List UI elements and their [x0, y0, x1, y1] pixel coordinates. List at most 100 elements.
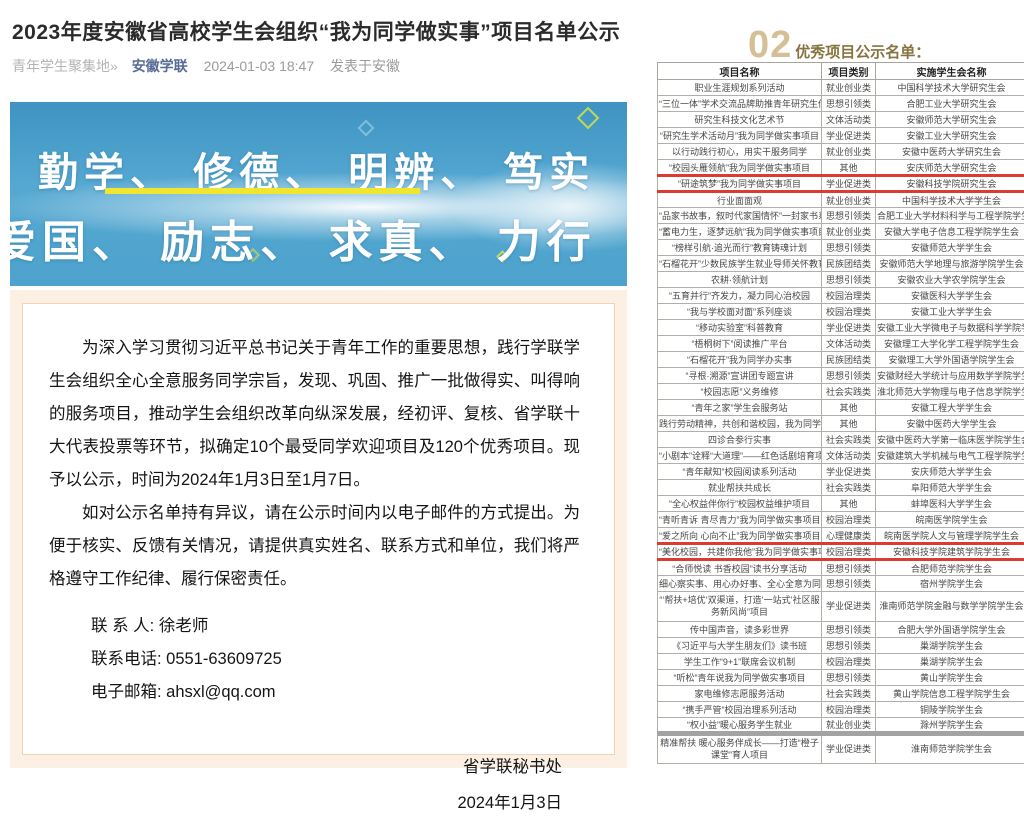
table-row: “我与学校面对面”系列座谈校园治理类安徽工业大学学生会 [658, 304, 1024, 320]
table-cell: 思想引领类 [822, 96, 876, 112]
table-cell: 传中国声音，读多彩世界 [658, 622, 822, 638]
table-row: “青听青诉 青尽青力”我为同学做实事项目校园治理类皖南医学院学生会 [658, 512, 1024, 528]
header-student-union: 实施学生会名称 [876, 63, 1024, 80]
signature-block: 省学联秘书处 2024年1月3日 [49, 749, 580, 821]
contact-block: 联 系 人: 徐老师 联系电话: 0551-63609725 电子邮箱: ahs… [91, 610, 580, 709]
table-cell: 安庆师范大学研究生会 [876, 160, 1024, 176]
table-cell: 学业促进类 [822, 464, 876, 480]
table-cell: 学生工作“9+1”联席会议机制 [658, 654, 822, 670]
contact-person: 联 系 人: 徐老师 [91, 610, 580, 643]
projects-table: 项目名称 项目类别 实施学生会名称 职业生涯规划系列活动就业创业类中国科学技术大… [657, 62, 1024, 764]
table-cell: 学业促进类 [822, 176, 876, 192]
table-cell: 思想引领类 [822, 240, 876, 256]
table-cell: 安徽建筑大学机械与电气工程学院学生会 [876, 448, 1024, 464]
table-cell: “校园头雁领航”我为同学做实事项目 [658, 160, 822, 176]
table-cell: 合肥工业大学研究生会 [876, 96, 1024, 112]
table-cell: 滁州学院学生会 [876, 718, 1024, 734]
table-cell: “榜样引航·追光而行”教育铸魂计划 [658, 240, 822, 256]
table-cell: 黄山学院学生会 [876, 670, 1024, 686]
table-cell: 校园治理类 [822, 304, 876, 320]
publish-time: 2024-01-03 18:47 [204, 58, 315, 74]
table-cell: 校园治理类 [822, 544, 876, 560]
table-cell: “寻根·溯源”宣讲团专题宣讲 [658, 368, 822, 384]
table-cell: 就业创业类 [822, 192, 876, 208]
table-cell: 精准帮扶 暖心服务伴成长——打造“橙子课堂”育人项目 [658, 734, 822, 764]
table-row: “校园头雁领航”我为同学做实事项目其他安庆师范大学研究生会 [658, 160, 1024, 176]
account-link[interactable]: 安徽学联 [132, 58, 188, 74]
table-cell: “听松”青年说我为同学做实事项目 [658, 670, 822, 686]
table-cell: 安徽师范大学地理与旅游学院学生会 [876, 256, 1024, 272]
table-cell: 学业促进类 [822, 734, 876, 764]
table-cell: 安庆师范大学学生会 [876, 464, 1024, 480]
table-row: 行业面面观就业创业类中国科学技术大学学生会 [658, 192, 1024, 208]
table-row: “五育并行”齐发力，凝力同心治校园校园治理类安徽医科大学学生会 [658, 288, 1024, 304]
table-header-row: 项目名称 项目类别 实施学生会名称 [658, 63, 1024, 80]
table-cell: 安徽医科大学学生会 [876, 288, 1024, 304]
table-cell: 研究生科技文化艺术节 [658, 112, 822, 128]
table-cell: “权小益”暖心服务学生就业 [658, 718, 822, 734]
table-cell: 校园治理类 [822, 654, 876, 670]
table-row: 《习近平与大学生朋友们》读书班思想引领类巢湖学院学生会 [658, 638, 1024, 654]
table-row: 研究生科技文化艺术节文体活动类安徽师范大学研究生会 [658, 112, 1024, 128]
table-cell: 心理健康类 [822, 528, 876, 544]
table-row: “小剧本”诠释“大道理”——红色话剧培育项目文体活动类安徽建筑大学机械与电气工程… [658, 448, 1024, 464]
table-cell: 思想引领类 [822, 638, 876, 654]
table-cell: 校园治理类 [822, 702, 876, 718]
table-cell: 社会实践类 [822, 480, 876, 496]
table-row: 学生工作“9+1”联席会议机制校园治理类巢湖学院学生会 [658, 654, 1024, 670]
table-cell: 巢湖学院学生会 [876, 638, 1024, 654]
table-cell: 社会实践类 [822, 686, 876, 702]
signature-org: 省学联秘书处 [49, 749, 562, 785]
table-cell: “携手严管”校园治理系列活动 [658, 702, 822, 718]
table-cell: “爱之所向 心向不止”我为同学做实事项目 [658, 528, 822, 544]
table-cell: 安徽工业大学微电子与数据科学学院学生会 [876, 320, 1024, 336]
table-cell: 黄山学院信息工程学院学生会 [876, 686, 1024, 702]
table-cell: 合肥大学外国语学院学生会 [876, 622, 1024, 638]
table-cell: 《习近平与大学生朋友们》读书班 [658, 638, 822, 654]
table-cell: 文体活动类 [822, 448, 876, 464]
table-row: “榜样引航·追光而行”教育铸魂计划思想引领类安徽师范大学学生会 [658, 240, 1024, 256]
projects-table-container[interactable]: 项目名称 项目类别 实施学生会名称 职业生涯规划系列活动就业创业类中国科学技术大… [657, 62, 1024, 768]
table-row: 职业生涯规划系列活动就业创业类中国科学技术大学研究生会 [658, 80, 1024, 96]
table-cell: 以行动践行初心，用实干服务同学 [658, 144, 822, 160]
table-cell: 中国科学技术大学学生会 [876, 192, 1024, 208]
table-cell: 思想引领类 [822, 368, 876, 384]
table-row: “校园志愿”义务维修社会实践类淮北师范大学物理与电子信息学院学生会 [658, 384, 1024, 400]
table-cell: 安徽科技学院建筑学院学生会 [876, 544, 1024, 560]
table-cell: 文体活动类 [822, 112, 876, 128]
table-cell: 其他 [822, 160, 876, 176]
banner-yellow-bar [105, 188, 420, 194]
table-row: “‘帮扶+培优’双渠道，打造‘一站式’社区服务新风尚”项目学业促进类淮南师范学院… [658, 592, 1024, 622]
table-row: “携手严管”校园治理系列活动校园治理类铜陵学院学生会 [658, 702, 1024, 718]
table-row: “合师悦读 书香校园”读书分享活动思想引领类合肥师范学院学生会 [658, 560, 1024, 576]
header-project-category: 项目类别 [822, 63, 876, 80]
table-row: “石榴花开”我为同学办实事民族团结类安徽理工大学外国语学院学生会 [658, 352, 1024, 368]
table-cell: “青听青诉 青尽青力”我为同学做实事项目 [658, 512, 822, 528]
table-row: 以行动践行初心，用实干服务同学就业创业类安徽中医药大学研究生会 [658, 144, 1024, 160]
table-cell: 巢湖学院学生会 [876, 654, 1024, 670]
table-cell: “研途筑梦”我为同学做实事项目 [658, 176, 822, 192]
table-cell: 四诊合参行实事 [658, 432, 822, 448]
table-cell: 文体活动类 [822, 336, 876, 352]
table-cell: 安徽师范大学研究生会 [876, 112, 1024, 128]
section-title: 优秀项目公示名单： [795, 44, 930, 61]
table-cell: 蚌埠医科大学学生会 [876, 496, 1024, 512]
table-row: 家电维修志愿服务活动社会实践类黄山学院信息工程学院学生会 [658, 686, 1024, 702]
table-cell: 思想引领类 [822, 208, 876, 224]
table-cell: 淮南师范学院学生会 [876, 734, 1024, 764]
table-cell: “小剧本”诠释“大道理”——红色话剧培育项目 [658, 448, 822, 464]
table-cell: “全心权益伴你行”校园权益维护项目 [658, 496, 822, 512]
table-cell: 宿州学院学生会 [876, 576, 1024, 592]
album-tag[interactable]: 青年学生聚集地» [12, 58, 118, 74]
table-cell: 学业促进类 [822, 128, 876, 144]
table-cell: 其他 [822, 416, 876, 432]
table-cell: 思想引领类 [822, 622, 876, 638]
table-row: “三位一体”学术交流品牌助推青年研究生传承科学家精神思想引领类合肥工业大学研究生… [658, 96, 1024, 112]
table-cell: 安徽科技学院研究生会 [876, 176, 1024, 192]
table-cell: 安徽工程大学学生会 [876, 400, 1024, 416]
table-row: “全心权益伴你行”校园权益维护项目其他蚌埠医科大学学生会 [658, 496, 1024, 512]
table-cell: 安徽农业大学农学院学生会 [876, 272, 1024, 288]
table-row: 就业帮扶共成长社会实践类阜阳师范大学学生会 [658, 480, 1024, 496]
banner-slogan-line2: 爱国、 励志、 求真、 力行 [10, 206, 597, 270]
table-cell: 社会实践类 [822, 432, 876, 448]
